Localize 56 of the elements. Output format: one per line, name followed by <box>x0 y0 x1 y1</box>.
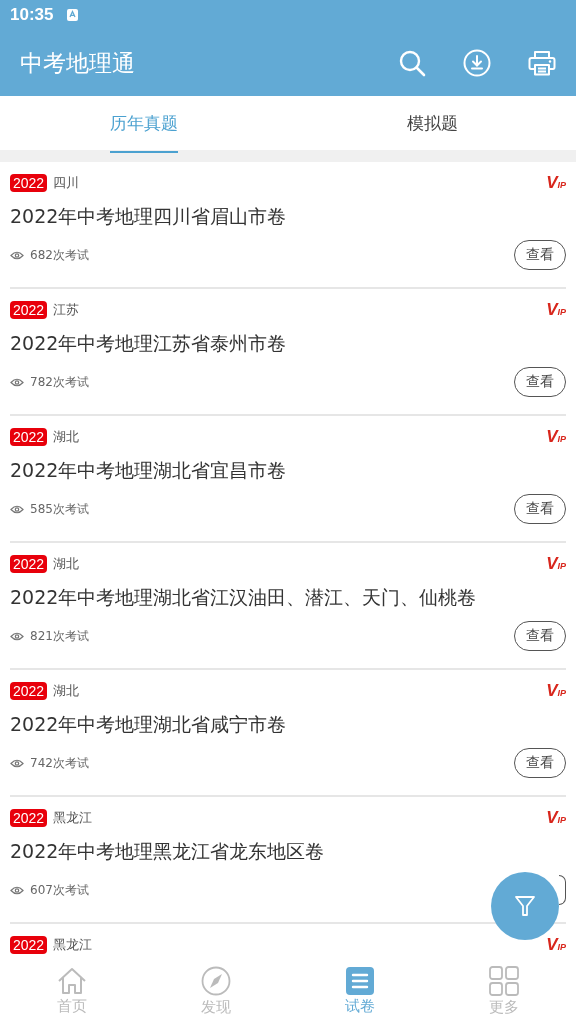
house-icon <box>57 966 87 995</box>
compass-icon <box>201 965 231 996</box>
eye-icon <box>10 250 24 260</box>
eye-icon <box>10 885 24 895</box>
vip-label: VIP <box>546 681 566 701</box>
exam-count: 821次考试 <box>30 627 89 645</box>
year-badge: 2022 <box>10 301 48 319</box>
region-label: 江苏 <box>53 301 81 319</box>
year-badge: 2022 <box>10 428 48 446</box>
region-label: 湖北 <box>53 555 81 573</box>
exam-count: 607次考试 <box>30 881 89 899</box>
exam-count: 742次考试 <box>30 754 89 772</box>
paper-title[interactable]: 2022年中考地理湖北省咸宁市卷 <box>10 712 566 738</box>
year-badge: 2022 <box>10 936 48 954</box>
vip-label: VIP <box>546 935 566 955</box>
region-label: 四川 <box>53 174 81 192</box>
year-badge: 2022 <box>10 682 48 700</box>
region-label: 黑龙江 <box>53 809 94 827</box>
list-icon <box>346 966 374 995</box>
eye-icon <box>10 504 24 514</box>
printer-icon[interactable] <box>528 50 556 76</box>
view-button[interactable] <box>559 875 566 905</box>
exam-count: 782次考试 <box>30 373 89 391</box>
vip-label: VIP <box>546 808 566 828</box>
vip-label: VIP <box>546 300 566 320</box>
status-time: 10:35 <box>10 5 54 25</box>
region-label: 湖北 <box>53 428 81 446</box>
grid-icon <box>489 965 519 996</box>
vip-label: VIP <box>546 554 566 574</box>
view-button[interactable]: 查看 <box>514 494 566 524</box>
vip-label: VIP <box>546 427 566 447</box>
region-label: 湖北 <box>53 682 81 700</box>
filter-icon <box>514 895 536 917</box>
vip-label: VIP <box>546 173 566 193</box>
download-icon[interactable] <box>463 49 491 77</box>
eye-icon <box>10 758 24 768</box>
exam-count: 682次考试 <box>30 246 89 264</box>
year-badge: 2022 <box>10 174 48 192</box>
paper-title[interactable]: 2022年中考地理黑龙江省龙东地区卷 <box>10 839 566 865</box>
view-button[interactable]: 查看 <box>514 367 566 397</box>
region-label: 黑龙江 <box>53 936 94 954</box>
app-title: 中考地理通 <box>20 48 136 78</box>
year-badge: 2022 <box>10 809 48 827</box>
view-button[interactable]: 查看 <box>514 240 566 270</box>
exam-count: 585次考试 <box>30 500 89 518</box>
keyboard-notification-icon <box>67 9 79 21</box>
year-badge: 2022 <box>10 555 48 573</box>
eye-icon <box>10 631 24 641</box>
eye-icon <box>10 377 24 387</box>
paper-title[interactable]: 2022年中考地理湖北省江汉油田、潜江、天门、仙桃卷 <box>10 585 566 611</box>
view-button[interactable]: 查看 <box>514 748 566 778</box>
paper-title[interactable]: 2022年中考地理湖北省宜昌市卷 <box>10 458 566 484</box>
view-button[interactable]: 查看 <box>514 621 566 651</box>
search-icon[interactable] <box>398 49 426 77</box>
paper-title[interactable]: 2022年中考地理江苏省泰州市卷 <box>10 331 566 357</box>
paper-title[interactable]: 2022年中考地理四川省眉山市卷 <box>10 204 566 230</box>
